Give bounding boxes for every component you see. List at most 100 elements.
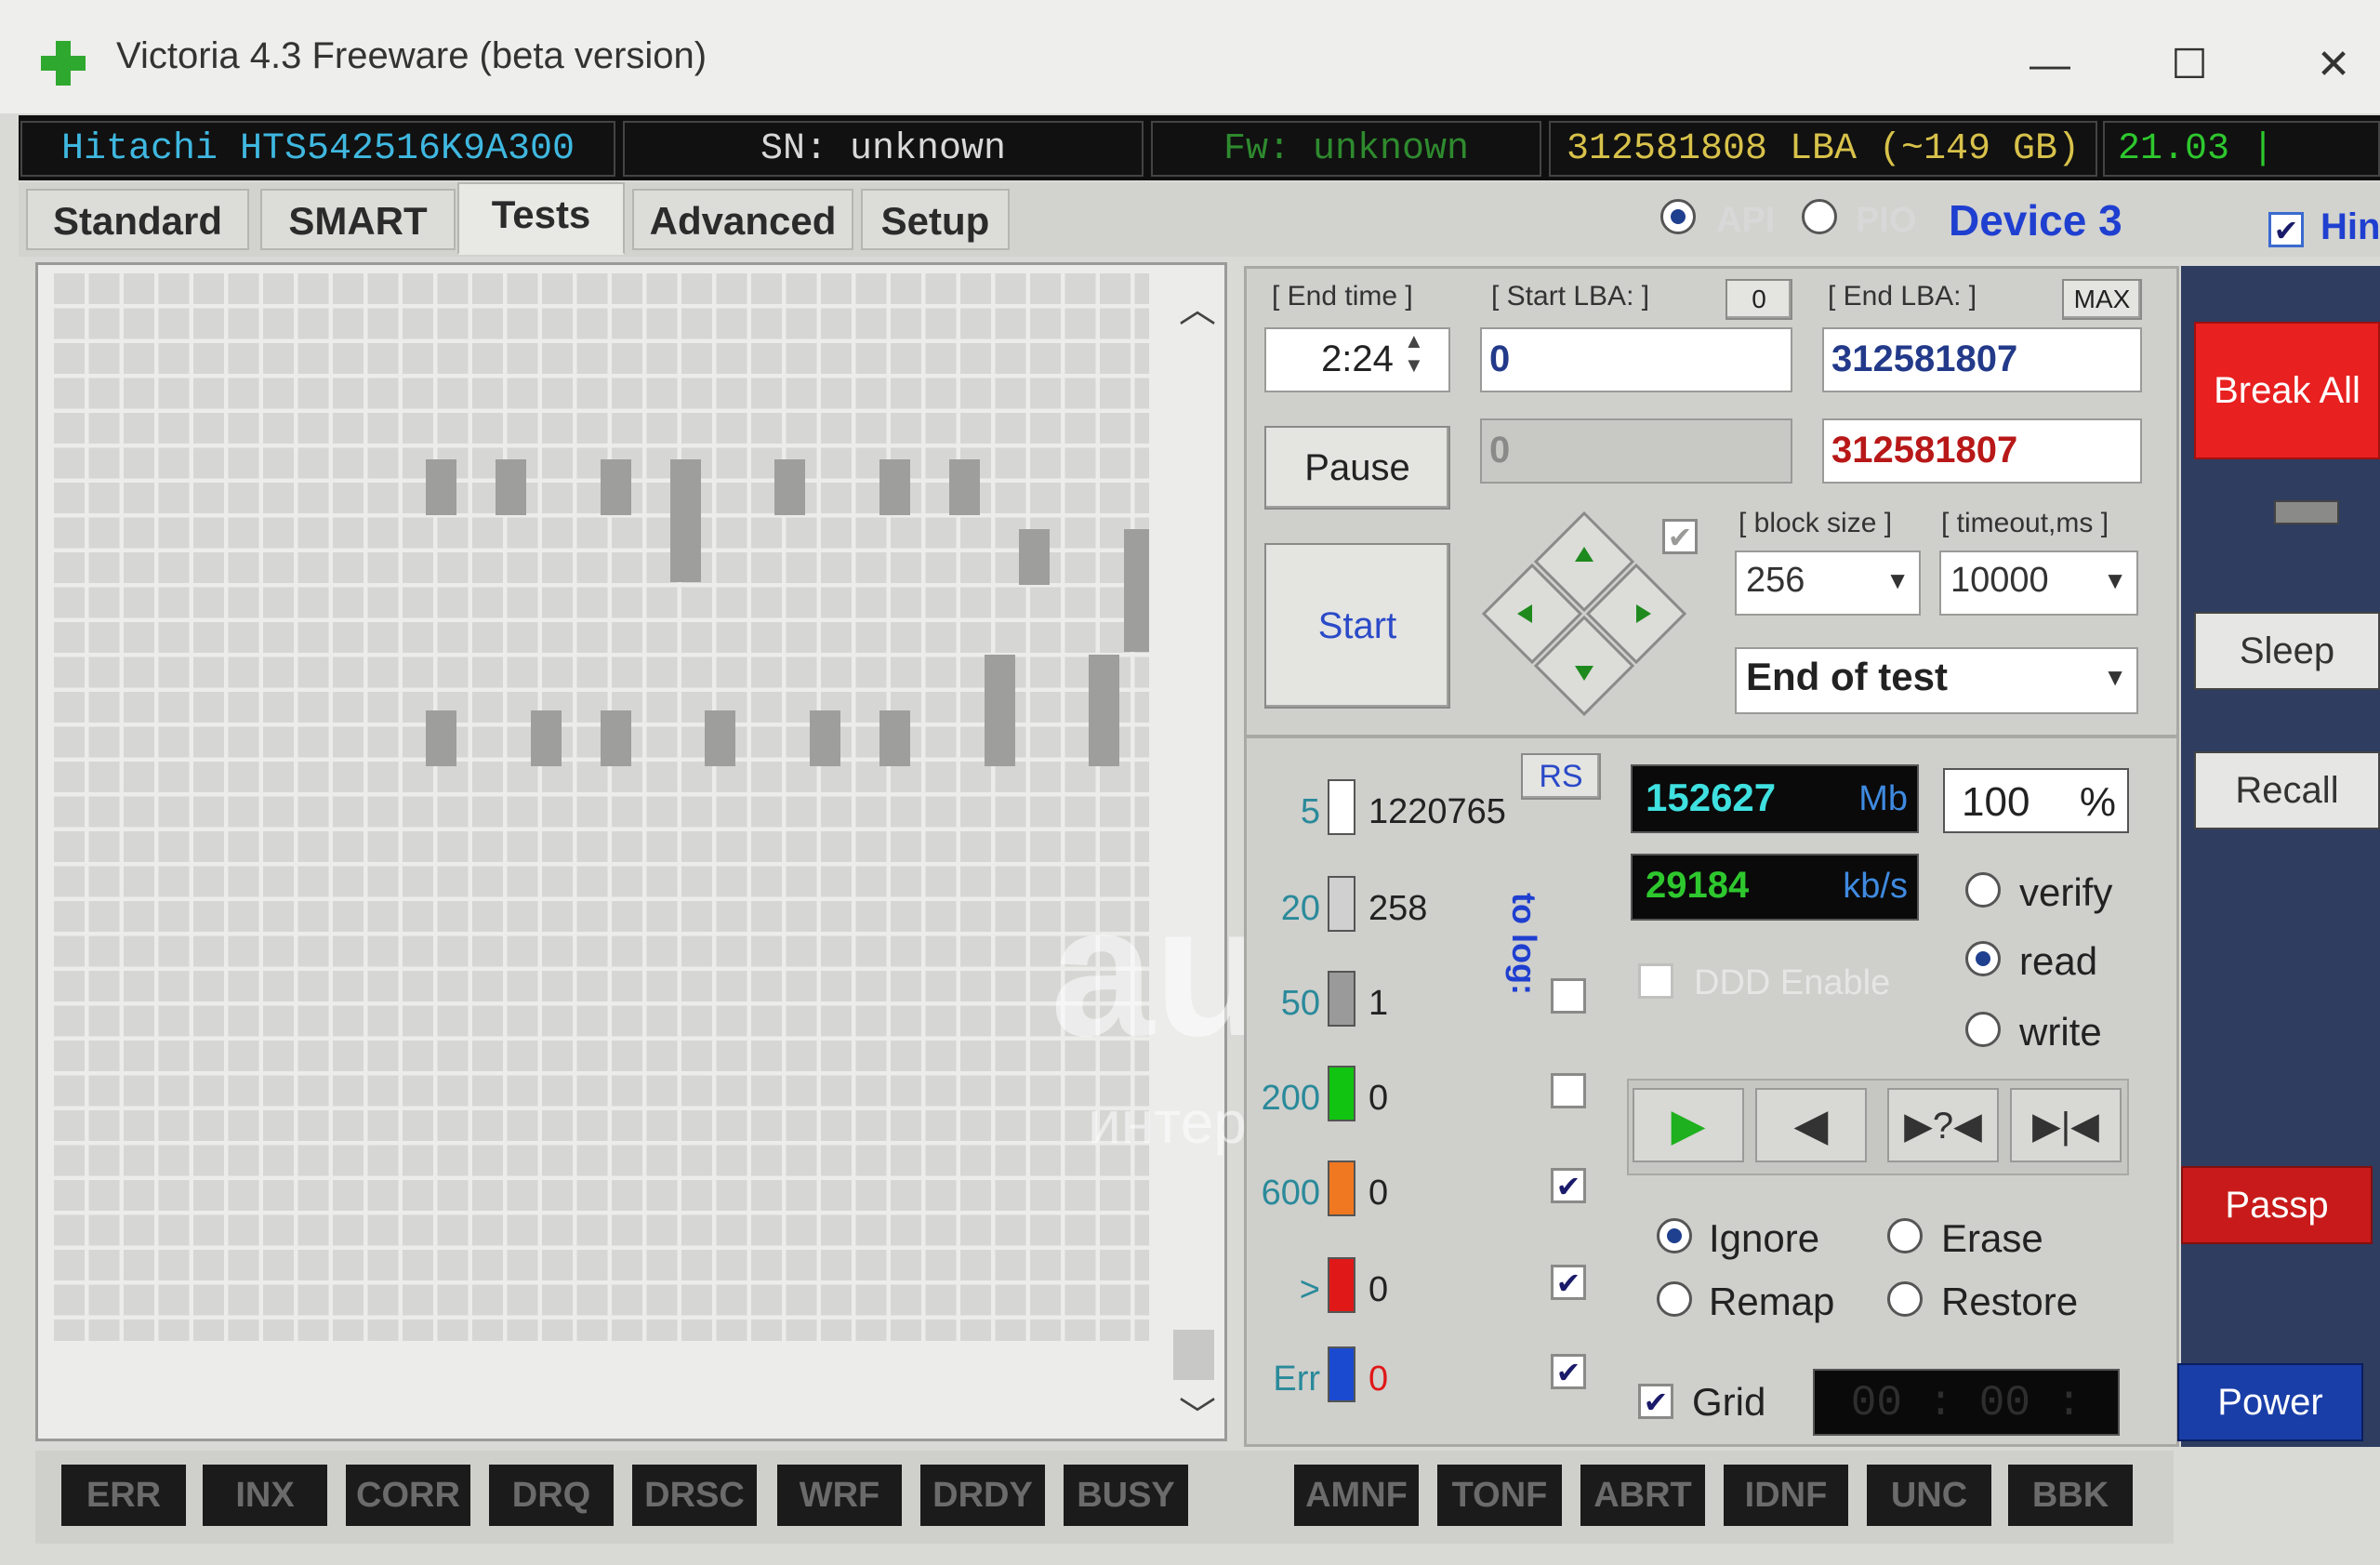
clock: 21.03 | 10:54: bbox=[2103, 121, 2380, 224]
remap-radio[interactable] bbox=[1657, 1281, 1692, 1317]
hints-checkbox[interactable]: ✔ bbox=[2268, 212, 2304, 247]
block-size-select[interactable]: 256 ▼ bbox=[1735, 550, 1921, 616]
sleep-button[interactable]: Sleep bbox=[2194, 612, 2380, 690]
percent-unit: % bbox=[2079, 779, 2116, 825]
direction-checkbox[interactable]: ✔ bbox=[1662, 519, 1698, 554]
start-lba-current: 0 bbox=[1480, 418, 1792, 484]
pio-radio[interactable] bbox=[1802, 199, 1837, 234]
counter-value: 258 bbox=[1368, 889, 1428, 928]
log-checkbox[interactable]: ✔ bbox=[1551, 1354, 1586, 1389]
pio-label: PIO bbox=[1856, 201, 1917, 240]
tab-advanced[interactable]: Advanced bbox=[632, 189, 853, 250]
chevron-down-icon: ▼ bbox=[2103, 663, 2127, 691]
direction-pad[interactable] bbox=[1480, 510, 1688, 718]
log-checkbox[interactable]: ✔ bbox=[1551, 1265, 1586, 1300]
ignore-radio[interactable] bbox=[1657, 1218, 1692, 1253]
end-of-test-select[interactable]: End of test ▼ bbox=[1735, 647, 2138, 714]
speed-display: 29184 kb/s bbox=[1631, 854, 1919, 921]
break-all-button[interactable]: Break All bbox=[2194, 322, 2380, 459]
ddd-enable-checkbox[interactable] bbox=[1638, 963, 1673, 999]
start-lba-label: [ Start LBA: ] bbox=[1491, 281, 1650, 312]
passp-button[interactable]: Passp bbox=[2181, 1166, 2373, 1244]
scroll-down-icon[interactable]: ﹀ bbox=[1179, 1386, 1216, 1439]
counter-threshold: 5 bbox=[1300, 792, 1320, 831]
remap-label: Remap bbox=[1709, 1280, 1835, 1323]
status-flag-abrt: ABRT bbox=[1580, 1465, 1705, 1526]
status-flag-corr: CORR bbox=[346, 1465, 470, 1526]
end-time-spinner-icon[interactable]: ▲ ▼ bbox=[1404, 329, 1424, 378]
end-lba-max-button[interactable]: MAX bbox=[2062, 279, 2142, 320]
end-lba-current: 312581807 bbox=[1822, 418, 2142, 484]
percent-value: 100 bbox=[1962, 779, 2030, 825]
verify-radio[interactable] bbox=[1965, 872, 2001, 908]
status-flag-err: ERR bbox=[61, 1465, 186, 1526]
restore-label: Restore bbox=[1941, 1280, 2079, 1323]
log-checkbox[interactable]: ✔ bbox=[1551, 1168, 1586, 1203]
read-label: read bbox=[2019, 939, 2098, 983]
status-flag-bbk: BBK bbox=[2008, 1465, 2133, 1526]
counter-swatch bbox=[1328, 971, 1355, 1027]
erase-radio[interactable] bbox=[1887, 1218, 1923, 1253]
start-lba-input[interactable]: 0 bbox=[1480, 327, 1792, 392]
timeout-label: [ timeout,ms ] bbox=[1941, 508, 2109, 538]
restore-radio[interactable] bbox=[1887, 1281, 1923, 1317]
timeout-value: 10000 bbox=[1950, 561, 2049, 600]
tab-tests[interactable]: Tests bbox=[457, 182, 625, 255]
elapsed-timer: 00 : 00 : 00 bbox=[1813, 1369, 2120, 1492]
start-button[interactable]: Start bbox=[1264, 543, 1450, 709]
reset-counters-button[interactable]: RS bbox=[1521, 753, 1601, 800]
log-checkbox[interactable] bbox=[1551, 1073, 1586, 1108]
power-button[interactable]: Power bbox=[2177, 1363, 2363, 1441]
recall-button[interactable]: Recall bbox=[2194, 751, 2380, 829]
to-log-label: to log: bbox=[1505, 893, 1543, 995]
percent-display: 100 % bbox=[1943, 768, 2129, 833]
play-icon[interactable]: ▶ bbox=[1633, 1088, 1744, 1162]
api-radio[interactable] bbox=[1660, 199, 1696, 234]
rewind-icon[interactable]: ◀ bbox=[1755, 1088, 1867, 1162]
counter-value: 0 bbox=[1368, 1270, 1389, 1309]
api-label: API bbox=[1716, 201, 1776, 240]
scan-grid bbox=[52, 272, 1149, 1341]
status-flag-idnf: IDNF bbox=[1724, 1465, 1848, 1526]
speed-value: 29184 bbox=[1646, 865, 1750, 906]
scrollbar-thumb[interactable] bbox=[1173, 1330, 1214, 1380]
status-flag-tonf: TONF bbox=[1437, 1465, 1562, 1526]
ignore-label: Ignore bbox=[1709, 1216, 1820, 1260]
counter-threshold: 600 bbox=[1261, 1174, 1320, 1213]
jump-icon[interactable]: ▶?◀ bbox=[1887, 1088, 1999, 1162]
counter-value: 1220765 bbox=[1368, 792, 1506, 831]
maximize-button[interactable]: ☐ bbox=[2148, 28, 2231, 102]
tab-smart[interactable]: SMART bbox=[260, 189, 456, 250]
erase-label: Erase bbox=[1941, 1216, 2043, 1260]
tab-standard[interactable]: Standard bbox=[26, 189, 249, 250]
start-lba-zero-button[interactable]: 0 bbox=[1726, 279, 1792, 320]
counter-value: 1 bbox=[1368, 984, 1389, 1023]
scroll-up-icon[interactable]: ︿ bbox=[1179, 279, 1216, 333]
counter-swatch bbox=[1328, 1160, 1355, 1216]
counter-threshold: 50 bbox=[1280, 984, 1320, 1023]
counter-threshold: Err bbox=[1273, 1359, 1320, 1399]
counter-value: 0 bbox=[1368, 1174, 1389, 1213]
device-label[interactable]: Device 3 bbox=[1949, 195, 2122, 245]
end-icon[interactable]: ▶|◀ bbox=[2010, 1088, 2122, 1162]
status-flag-amnf: AMNF bbox=[1294, 1465, 1419, 1526]
write-radio[interactable] bbox=[1965, 1012, 2001, 1047]
end-lba-input[interactable]: 312581807 bbox=[1822, 327, 2142, 392]
timeout-select[interactable]: 10000 ▼ bbox=[1939, 550, 2138, 616]
counter-threshold: 200 bbox=[1261, 1079, 1320, 1118]
minimize-button[interactable]: — bbox=[2008, 28, 2092, 102]
end-lba-label: [ End LBA: ] bbox=[1828, 281, 1977, 312]
close-button[interactable]: ✕ bbox=[2292, 28, 2375, 102]
mb-display: 152627 Mb bbox=[1631, 764, 1919, 833]
log-checkbox[interactable] bbox=[1551, 978, 1586, 1014]
chevron-down-icon: ▼ bbox=[2103, 566, 2127, 594]
read-radio[interactable] bbox=[1965, 941, 2001, 976]
tab-setup[interactable]: Setup bbox=[861, 189, 1010, 250]
counter-value: 0 bbox=[1368, 1359, 1389, 1399]
grid-checkbox[interactable]: ✔ bbox=[1638, 1384, 1673, 1419]
counter-swatch bbox=[1328, 1346, 1355, 1402]
pause-button[interactable]: Pause bbox=[1264, 426, 1450, 510]
counter-value: 0 bbox=[1368, 1079, 1389, 1118]
status-flag-inx: INX bbox=[203, 1465, 327, 1526]
end-time-label: [ End time ] bbox=[1272, 281, 1413, 312]
